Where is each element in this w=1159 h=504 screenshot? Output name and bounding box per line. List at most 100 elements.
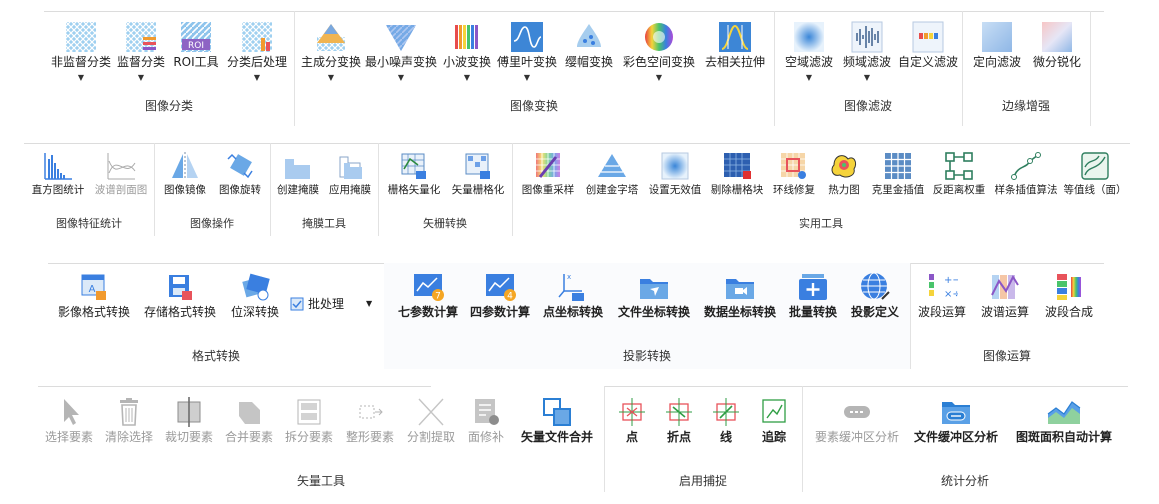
- roi-tool-icon: ROI: [181, 22, 211, 52]
- tool-kriging[interactable]: 克里金插值: [866, 151, 930, 197]
- tool-snap-vertex[interactable]: 折点: [656, 396, 702, 444]
- tool-custom-filter[interactable]: 自定义滤波: [896, 21, 960, 69]
- tool-raster-to-vector[interactable]: 栅格矢量化: [382, 151, 446, 197]
- snap-point-icon: [619, 398, 645, 426]
- post-classification-icon: [242, 22, 272, 52]
- dropdown-arrow-icon[interactable]: ▼: [524, 74, 530, 82]
- tool-remove-tiles[interactable]: 剔除栅格块: [706, 151, 768, 197]
- group-label: 矢量工具: [296, 474, 345, 488]
- tool-seven-param[interactable]: 7 七参数计算: [394, 271, 462, 319]
- tool-merge-feature[interactable]: 合并要素: [220, 396, 278, 444]
- tool-snap-point[interactable]: 点: [610, 396, 654, 444]
- tool-image-format-convert[interactable]: A 影像格式转换: [52, 271, 136, 319]
- dropdown-arrow-icon[interactable]: ▼: [806, 74, 812, 82]
- tool-contour[interactable]: 等值线（面）: [1060, 151, 1130, 197]
- tool-decorrelation-stretch[interactable]: 去相关拉伸: [698, 21, 772, 69]
- dropdown-arrow-icon[interactable]: ▼: [328, 74, 334, 82]
- tool-frequency-filter[interactable]: 频域滤波 ▼: [836, 21, 898, 82]
- tool-split-feature[interactable]: 拆分要素: [280, 396, 338, 444]
- tool-ring-repair[interactable]: 环线修复: [766, 151, 822, 197]
- polygon-repair-icon: [475, 399, 499, 425]
- area-calc-icon: [1047, 401, 1081, 424]
- tool-rotate[interactable]: 图像旋转: [212, 151, 268, 197]
- tool-spatial-filter[interactable]: 空域滤波 ▼: [778, 21, 840, 82]
- apply-mask-icon: [339, 156, 362, 179]
- tool-nodata[interactable]: 设置无效值: [644, 151, 706, 197]
- dropdown-arrow-icon[interactable]: ▼: [864, 74, 870, 82]
- tool-mnf[interactable]: 最小噪声变换 ▼: [362, 21, 440, 82]
- contour-icon: [1081, 152, 1109, 180]
- tool-area-calc[interactable]: 图斑面积自动计算: [1008, 396, 1120, 444]
- dropdown-arrow-icon[interactable]: ▼: [254, 74, 260, 82]
- tool-label: 非监督分类: [50, 55, 111, 69]
- tool-spline[interactable]: 样条插值算法: [990, 151, 1062, 197]
- batch-process-button[interactable]: 批处理 ▼: [290, 295, 372, 312]
- tool-band-math[interactable]: +− ×÷ 波段运算: [912, 271, 972, 319]
- tool-pyramid[interactable]: 创建金字塔: [580, 151, 644, 197]
- tool-color-space[interactable]: 彩色空间变换 ▼: [616, 21, 702, 82]
- tool-file-buffer[interactable]: 文件缓冲区分析: [908, 396, 1004, 444]
- tool-feature-buffer[interactable]: 要素缓冲区分析: [810, 396, 904, 444]
- tool-file-coord-convert[interactable]: 文件坐标转换: [612, 271, 696, 319]
- tool-label: 傅里叶变换: [496, 55, 557, 69]
- spectral-math-icon: [991, 274, 1019, 299]
- tool-fourier[interactable]: 傅里叶变换 ▼: [492, 21, 562, 82]
- tool-polygon-repair[interactable]: 面修补: [460, 396, 512, 444]
- tool-histogram[interactable]: 直方图统计: [26, 151, 90, 197]
- tool-four-param[interactable]: 4 四参数计算: [466, 271, 534, 319]
- tool-label: 面修补: [467, 430, 504, 444]
- tool-label: 应用掩膜: [329, 184, 371, 196]
- dropdown-arrow-icon[interactable]: ▼: [366, 299, 372, 308]
- dropdown-arrow-icon[interactable]: ▼: [464, 74, 470, 82]
- tool-band-composite[interactable]: 波段合成: [1038, 271, 1100, 319]
- band-composite-icon: [1057, 274, 1081, 300]
- tool-label: 批量转换: [788, 305, 837, 319]
- tool-split-extract[interactable]: 分割提取: [402, 396, 460, 444]
- tool-clip-feature[interactable]: 裁切要素: [160, 396, 218, 444]
- tool-label: 波段合成: [1044, 305, 1093, 319]
- tool-vector-merge[interactable]: 矢量文件合并: [514, 396, 600, 444]
- tool-apply-mask[interactable]: 应用掩膜: [324, 151, 376, 197]
- tool-unsupervised-classification[interactable]: 非监督分类 ▼: [46, 21, 116, 82]
- tool-heatmap[interactable]: 热力图: [820, 151, 868, 197]
- tool-bit-depth[interactable]: 位深转换: [224, 271, 286, 319]
- tool-spectral-profile[interactable]: 波谱剖面图: [90, 151, 152, 197]
- raster-to-vector-icon: [401, 153, 426, 179]
- tool-vector-to-raster[interactable]: 矢量栅格化: [446, 151, 510, 197]
- tool-post-classification[interactable]: 分类后处理 ▼: [222, 21, 292, 82]
- tool-data-coord-convert[interactable]: 数据坐标转换: [698, 271, 782, 319]
- tool-spectral-math[interactable]: 波谱运算: [974, 271, 1036, 319]
- tool-wavelet[interactable]: 小波变换 ▼: [436, 21, 498, 82]
- tool-select-feature[interactable]: 选择要素: [40, 396, 98, 444]
- tool-resample[interactable]: 图像重采样: [516, 151, 580, 197]
- tool-mirror[interactable]: 图像镜像: [158, 151, 212, 197]
- dropdown-arrow-icon[interactable]: ▼: [138, 74, 144, 82]
- snap-vertex-icon: [666, 398, 692, 426]
- tool-create-mask[interactable]: 创建掩膜: [272, 151, 324, 197]
- spectral-profile-icon: [107, 153, 136, 180]
- tool-storage-format-convert[interactable]: 存储格式转换: [138, 271, 222, 319]
- svg-text:4: 4: [507, 292, 513, 302]
- tool-trace[interactable]: 追踪: [750, 396, 798, 444]
- dropdown-arrow-icon[interactable]: ▼: [78, 74, 84, 82]
- tool-clear-selection[interactable]: 清除选择: [100, 396, 158, 444]
- tool-point-coord-convert[interactable]: x 点坐标转换: [538, 271, 608, 319]
- tool-tasseled-cap[interactable]: 缨帽变换: [558, 21, 620, 69]
- heatmap-icon: [831, 155, 857, 178]
- tool-batch-convert[interactable]: 批量转换: [784, 271, 842, 319]
- dropdown-arrow-icon[interactable]: ▼: [398, 74, 404, 82]
- tool-pca[interactable]: 主成分变换 ▼: [298, 21, 364, 82]
- dropdown-arrow-icon[interactable]: ▼: [656, 74, 662, 82]
- tool-label: 热力图: [828, 184, 860, 196]
- tool-label: 位深转换: [230, 305, 279, 319]
- tool-idw[interactable]: 反距离权重: [928, 151, 990, 197]
- group-image-transform: 主成分变换 ▼ 最小噪声变换 ▼ 小波变换 ▼ 傅里叶变换 ▼ 缨帽变换 彩色空…: [294, 11, 775, 126]
- tool-directional-filter[interactable]: 定向滤波: [968, 21, 1026, 69]
- tool-projection-define[interactable]: 投影定义: [844, 271, 906, 319]
- tool-roi[interactable]: ROI ROI工具: [168, 21, 224, 69]
- tool-snap-line[interactable]: 线: [704, 396, 748, 444]
- tool-differential-sharpen[interactable]: 微分锐化: [1026, 21, 1088, 69]
- tool-supervised-classification[interactable]: 监督分类 ▼: [110, 21, 172, 82]
- group-label: 图像运算: [982, 349, 1031, 363]
- tool-reshape-feature[interactable]: 整形要素: [340, 396, 400, 444]
